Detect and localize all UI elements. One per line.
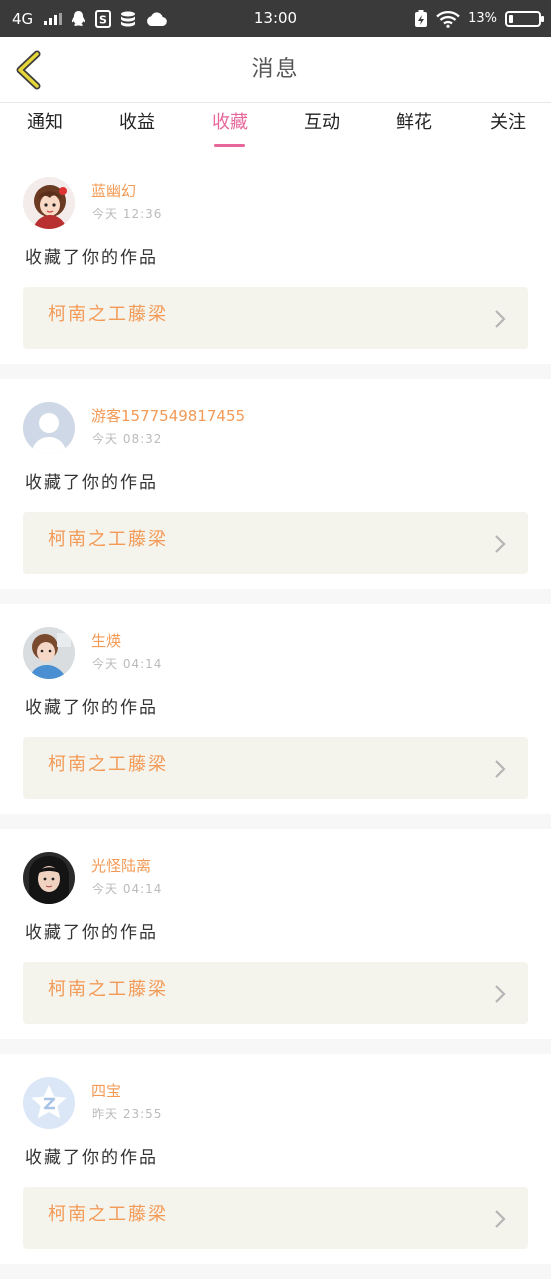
wifi-icon [436,10,460,28]
action-text: 收藏了你的作品 [25,473,158,493]
tab-interactions[interactable]: 互动 [299,104,345,154]
anime-girl-avatar-icon [23,177,75,229]
battery-percent: 13% [468,11,497,26]
tab-notifications[interactable]: 通知 [22,104,68,154]
work-link[interactable]: 柯南之工藤梁 [23,737,528,799]
girl-photo-avatar-icon [23,627,75,679]
default-user-avatar-icon [23,402,75,454]
message-time: 今天 12:36 [92,207,163,221]
user-name[interactable]: 生煐 [91,630,121,651]
list-item: 生煐 今天 04:14 收藏了你的作品 柯南之工藤梁 [0,604,551,829]
battery-fill [509,14,513,23]
avatar[interactable] [23,627,75,679]
tab-following[interactable]: 关注 [485,104,531,154]
work-title: 柯南之工藤梁 [48,1204,168,1225]
tab-earnings[interactable]: 收益 [114,104,160,154]
chevron-right-icon [495,985,506,1003]
work-link[interactable]: 柯南之工藤梁 [23,1187,528,1249]
active-tab-indicator [214,144,245,147]
action-text: 收藏了你的作品 [25,248,158,268]
message-time: 今天 04:14 [92,882,163,896]
list-item: 四宝 昨天 23:55 收藏了你的作品 柯南之工藤梁 [0,1054,551,1279]
avatar[interactable] [23,1077,75,1129]
avatar[interactable] [23,177,75,229]
message-time: 昨天 23:55 [92,1107,163,1121]
charging-icon [414,9,428,28]
message-time: 今天 08:32 [92,432,163,446]
chevron-right-icon [495,760,506,778]
action-text: 收藏了你的作品 [25,923,158,943]
status-bar: 4G S 13:00 13% [0,0,551,37]
avatar[interactable] [23,852,75,904]
list-item: 游客1577549817455 今天 08:32 收藏了你的作品 柯南之工藤梁 [0,379,551,604]
work-title: 柯南之工藤梁 [48,979,168,1000]
list-item: 光怪陆离 今天 04:14 收藏了你的作品 柯南之工藤梁 [0,829,551,1054]
chevron-right-icon [495,1210,506,1228]
user-name[interactable]: 光怪陆离 [91,855,151,876]
page-header: 消息 [0,37,551,103]
work-link[interactable]: 柯南之工藤梁 [23,962,528,1024]
user-name[interactable]: 游客1577549817455 [91,405,245,426]
list-item: 蓝幽幻 今天 12:36 收藏了你的作品 柯南之工藤梁 [0,154,551,379]
tab-bar: 通知 收益 收藏 互动 鲜花 关注 [0,104,551,154]
work-link[interactable]: 柯南之工藤梁 [23,287,528,349]
work-title: 柯南之工藤梁 [48,304,168,325]
page-title: 消息 [251,57,300,82]
message-time: 今天 04:14 [92,657,163,671]
status-right: 13% [414,0,544,37]
tab-flowers[interactable]: 鲜花 [391,104,437,154]
action-text: 收藏了你的作品 [25,698,158,718]
work-title: 柯南之工藤梁 [48,529,168,550]
avatar[interactable] [23,402,75,454]
message-list: 蓝幽幻 今天 12:36 收藏了你的作品 柯南之工藤梁 游客1577549817… [0,154,551,1279]
qq-star-avatar-icon [23,1077,75,1129]
chevron-right-icon [495,310,506,328]
user-name[interactable]: 蓝幽幻 [91,180,136,201]
user-name[interactable]: 四宝 [91,1080,121,1101]
work-link[interactable]: 柯南之工藤梁 [23,512,528,574]
action-text: 收藏了你的作品 [25,1148,158,1168]
battery-icon [505,10,544,27]
chevron-right-icon [495,535,506,553]
dark-hair-photo-avatar-icon [23,852,75,904]
work-title: 柯南之工藤梁 [48,754,168,775]
